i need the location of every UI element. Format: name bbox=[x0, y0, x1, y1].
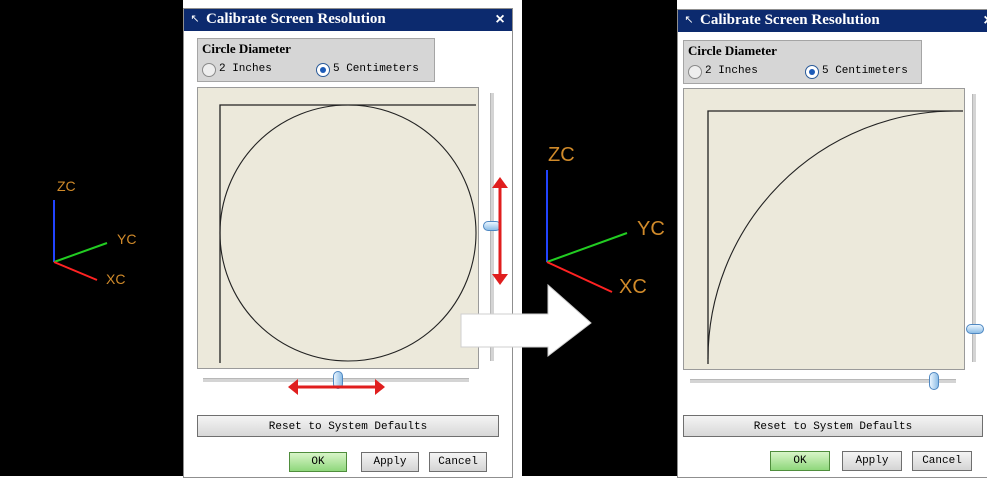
viewport-left: ZC YC XC bbox=[0, 0, 183, 476]
vertical-scale-slider-right[interactable] bbox=[972, 94, 976, 362]
radio-label-5-centimeters-right: 5 Centimeters bbox=[822, 65, 908, 77]
group-title: Circle Diameter bbox=[202, 41, 291, 56]
vertical-slider-thumb-right[interactable] bbox=[966, 324, 984, 334]
reset-defaults-button-right[interactable]: Reset to System Defaults bbox=[683, 415, 983, 437]
axis-label-yc-right: YC bbox=[637, 218, 665, 240]
radio-label-2-inches-right: 2 Inches bbox=[705, 65, 758, 77]
cancel-button[interactable]: Cancel bbox=[429, 452, 487, 472]
calibrate-dialog-left: ↖ Calibrate Screen Resolution × Circle D… bbox=[183, 8, 513, 478]
wcs-triad-icon bbox=[53, 200, 108, 281]
axis-label-xc: XC bbox=[106, 271, 126, 287]
ok-button[interactable]: OK bbox=[289, 452, 347, 472]
horizontal-slider-thumb[interactable] bbox=[333, 371, 343, 389]
axis-label-yc: YC bbox=[117, 231, 137, 247]
radio-5-centimeters[interactable] bbox=[316, 63, 330, 77]
radio-label-5-centimeters: 5 Centimeters bbox=[333, 63, 419, 75]
axis-label-xc-right: XC bbox=[619, 276, 647, 298]
apply-button-right[interactable]: Apply bbox=[842, 451, 902, 471]
radio-5-centimeters-right[interactable] bbox=[805, 65, 819, 79]
viewport-right: ZC YC XC bbox=[522, 0, 677, 476]
radio-2-inches-right[interactable] bbox=[688, 65, 702, 79]
calibration-canvas bbox=[197, 87, 479, 369]
horizontal-scale-slider-right[interactable] bbox=[690, 379, 956, 383]
vertical-slider-thumb[interactable] bbox=[483, 221, 501, 231]
close-icon[interactable]: × bbox=[490, 10, 510, 30]
radio-label-2-inches: 2 Inches bbox=[219, 63, 272, 75]
close-icon[interactable]: × bbox=[978, 11, 987, 31]
dialog-titlebar[interactable]: ↖ Calibrate Screen Resolution × bbox=[184, 9, 512, 31]
dialog-title-right: Calibrate Screen Resolution bbox=[700, 12, 880, 28]
axis-label-zc-right: ZC bbox=[548, 144, 575, 166]
calibrate-dialog-right: ↖ Calibrate Screen Resolution × Circle D… bbox=[677, 9, 987, 478]
ok-button-right[interactable]: OK bbox=[770, 451, 830, 471]
apply-button[interactable]: Apply bbox=[361, 452, 419, 472]
circle-diameter-group-right: Circle Diameter 2 Inches 5 Centimeters bbox=[683, 40, 922, 84]
pin-icon[interactable]: ↖ bbox=[188, 12, 202, 26]
dialog-title: Calibrate Screen Resolution bbox=[206, 11, 386, 27]
calibration-arc-icon bbox=[707, 110, 963, 364]
calibration-canvas-right bbox=[683, 88, 965, 370]
circle-diameter-group: Circle Diameter 2 Inches 5 Centimeters bbox=[197, 38, 435, 82]
cancel-button-right[interactable]: Cancel bbox=[912, 451, 972, 471]
group-title-right: Circle Diameter bbox=[688, 43, 777, 58]
radio-2-inches[interactable] bbox=[202, 63, 216, 77]
horizontal-slider-thumb-right[interactable] bbox=[929, 372, 939, 390]
reset-defaults-button[interactable]: Reset to System Defaults bbox=[197, 415, 499, 437]
pin-icon[interactable]: ↖ bbox=[682, 13, 696, 27]
axis-label-zc: ZC bbox=[57, 178, 76, 194]
dialog-titlebar-right[interactable]: ↖ Calibrate Screen Resolution × bbox=[678, 10, 987, 32]
calibration-circle-icon bbox=[219, 104, 477, 363]
